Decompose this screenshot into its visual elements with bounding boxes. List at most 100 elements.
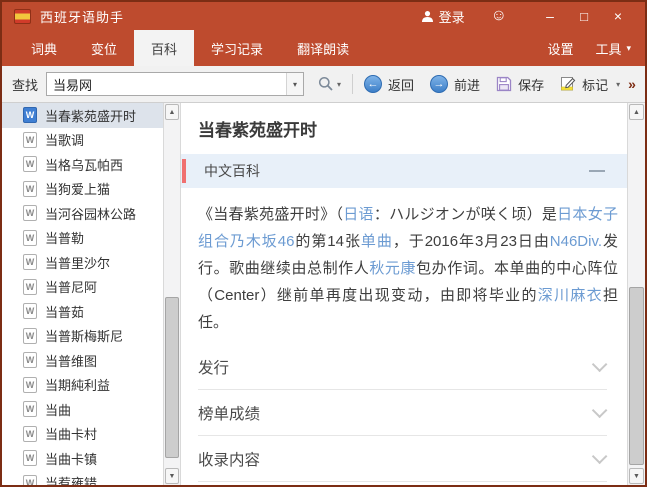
search-input[interactable] [47, 73, 286, 95]
list-item-label: 当狗爱上猫 [45, 179, 110, 198]
article-link[interactable]: N46Div. [550, 233, 602, 250]
list-item[interactable]: W 当普尼阿 [2, 275, 163, 300]
tools-menu-button[interactable]: 工具 ▾ [595, 39, 631, 58]
list-item[interactable]: W 当普勒 [2, 226, 163, 251]
search-toolbar: 查找 ▾ ▾ ← 返回 → 前进 保存 标记 ▾ » [2, 66, 645, 103]
list-item[interactable]: W当歌调 [2, 128, 163, 153]
list-item[interactable]: W 当曲 [2, 397, 163, 422]
highlight-marker-icon [560, 76, 576, 92]
tab-bar: 词典变位百科学习记录翻译朗读 设置 工具 ▾ [2, 30, 645, 66]
person-icon [421, 10, 434, 23]
back-icon: ← [364, 75, 382, 93]
wiki-doc-icon: W [23, 377, 37, 393]
section-header-band: 中文百科 [181, 154, 627, 188]
back-button[interactable]: ← 返回 [364, 75, 414, 94]
list-item-label: 当曲卡村 [45, 424, 97, 443]
list-item-label: 当歌调 [45, 130, 84, 149]
list-item-label: 当格乌瓦帕西 [45, 155, 123, 174]
mark-label: 标记 [582, 75, 608, 94]
chevron-down-icon [592, 403, 608, 419]
wiki-doc-icon: W [23, 254, 37, 270]
wiki-doc-icon: W [23, 279, 37, 295]
scrollbar-thumb[interactable] [629, 287, 644, 465]
chevron-down-icon [592, 357, 608, 373]
collapse-minus-icon[interactable] [589, 170, 605, 172]
list-item[interactable]: W当普维图 [2, 348, 163, 373]
article-link[interactable]: 深川麻衣 [538, 287, 603, 304]
list-item[interactable]: W 当曲卡村 [2, 422, 163, 447]
list-item[interactable]: W当普斯梅斯尼 [2, 324, 163, 349]
sidebar-scrollbar[interactable]: ▲ ▼ [163, 103, 181, 485]
article-paragraph: 《当春紫苑盛开时》（日语：ハルジオンが咲く顷）是日本女子组合乃木坂46的第14张… [198, 201, 618, 336]
section-release[interactable]: 发行 [198, 344, 607, 390]
minimize-button[interactable]: – [533, 8, 567, 24]
toolbar-overflow-chevron[interactable]: » [628, 76, 636, 92]
save-floppy-icon [496, 76, 512, 92]
wiki-doc-icon: W [23, 401, 37, 417]
search-combobox: ▾ [46, 72, 304, 96]
wiki-doc-icon: W [23, 328, 37, 344]
article-link[interactable]: 单曲 [361, 233, 393, 250]
scroll-down-button[interactable]: ▼ [629, 468, 644, 484]
mark-button[interactable]: 标记 [560, 75, 608, 94]
article-scrollbar[interactable]: ▲ ▼ [627, 103, 645, 485]
result-list: W当春紫苑盛开时W当歌调W当格乌瓦帕西W当狗爱上猫W当河谷园林公路W当普勒W当普… [2, 103, 163, 485]
chevron-down-icon[interactable]: ▾ [337, 80, 341, 89]
close-button[interactable]: × [601, 8, 635, 24]
forward-label: 前进 [454, 75, 480, 94]
collapsible-sections: 发行榜单成绩收录内容 [198, 344, 607, 482]
article-text: ：ハルジオンが咲く顷）是 [374, 206, 557, 223]
list-item[interactable]: W当惹雍错 [2, 471, 163, 486]
login-button[interactable]: 登录 [421, 7, 465, 26]
maximize-button[interactable]: □ [567, 9, 601, 24]
forward-button[interactable]: → 前进 [430, 75, 480, 94]
article-link[interactable]: 日语 [343, 206, 374, 223]
list-item[interactable]: W 当期純利益 [2, 373, 163, 398]
article-text: 《当春紫苑盛开时》（ [198, 206, 343, 223]
scrollbar-thumb[interactable] [165, 297, 179, 458]
list-item-label: 当期純利益 [45, 375, 110, 394]
list-item-label: 当曲 [45, 400, 71, 419]
app-logo-icon [14, 9, 31, 24]
content-area: W当春紫苑盛开时W当歌调W当格乌瓦帕西W当狗爱上猫W当河谷园林公路W当普勒W当普… [2, 103, 645, 485]
article-link[interactable]: 秋元康 [369, 260, 416, 277]
save-button[interactable]: 保存 [496, 75, 544, 94]
list-item[interactable]: W当狗爱上猫 [2, 177, 163, 202]
tab-study-record[interactable]: 学习记录 [194, 30, 280, 66]
wiki-doc-icon: W [23, 352, 37, 368]
tab-encyclopedia[interactable]: 百科 [134, 30, 194, 66]
list-item-label: 当普勒 [45, 228, 84, 247]
wiki-doc-icon: W [23, 426, 37, 442]
toolbar-separator [352, 74, 353, 94]
tab-translate-read[interactable]: 翻译朗读 [280, 30, 366, 66]
list-item[interactable]: W当春紫苑盛开时 [2, 103, 163, 128]
list-item-label: 当河谷园林公路 [45, 204, 136, 223]
wiki-doc-icon: W [23, 450, 37, 466]
scroll-down-button[interactable]: ▼ [165, 468, 179, 484]
list-item[interactable]: W当河谷园林公路 [2, 201, 163, 226]
forward-icon: → [430, 75, 448, 93]
combobox-dropdown-button[interactable]: ▾ [286, 73, 303, 95]
mark-dropdown-icon[interactable]: ▾ [616, 80, 620, 89]
save-label: 保存 [518, 75, 544, 94]
list-item-label: 当普尼阿 [45, 277, 97, 296]
wiki-doc-icon: W [23, 156, 37, 172]
tab-conjugation[interactable]: 变位 [74, 30, 134, 66]
search-button[interactable]: ▾ [318, 76, 341, 92]
find-label: 查找 [12, 75, 38, 94]
list-item[interactable]: W 当格乌瓦帕西 [2, 152, 163, 177]
feedback-emoji-button[interactable]: ☺ [491, 8, 507, 24]
scroll-up-button[interactable]: ▲ [629, 104, 644, 120]
list-item[interactable]: W当普里沙尔 [2, 250, 163, 275]
app-window: 西班牙语助手 登录 ☺ – □ × 词典变位百科学习记录翻译朗读 设置 工具 ▾… [0, 0, 647, 487]
article-title: 当春紫苑盛开时 [198, 116, 627, 141]
tab-dictionary[interactable]: 词典 [14, 30, 74, 66]
list-item[interactable]: W当普茹 [2, 299, 163, 324]
section-track-listing[interactable]: 收录内容 [198, 436, 607, 482]
settings-button[interactable]: 设置 [547, 39, 573, 58]
section-label: 收录内容 [198, 448, 260, 470]
list-item[interactable]: W当曲卡镇 [2, 446, 163, 471]
wiki-doc-icon: W [23, 230, 37, 246]
section-chart-performance[interactable]: 榜单成绩 [198, 390, 607, 436]
scroll-up-button[interactable]: ▲ [165, 104, 179, 120]
